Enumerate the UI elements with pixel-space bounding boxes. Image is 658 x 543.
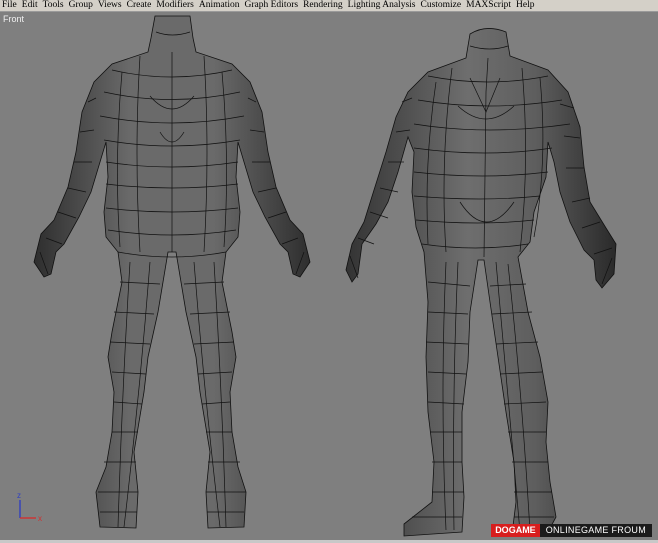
menu-create[interactable]: Create: [125, 0, 155, 11]
menu-customize[interactable]: Customize: [418, 0, 464, 11]
axis-x-label: x: [38, 514, 42, 523]
menu-views[interactable]: Views: [96, 0, 125, 11]
menu-bar: File Edit Tools Group Views Create Modif…: [0, 0, 658, 12]
menu-maxscript[interactable]: MAXScript: [464, 0, 514, 11]
watermark-forum: ONLINEGAME FROUM: [539, 524, 652, 537]
menu-file[interactable]: File: [0, 0, 20, 11]
body-model-front[interactable]: [345, 28, 617, 537]
menu-graph-editors[interactable]: Graph Editors: [243, 0, 302, 11]
menu-group[interactable]: Group: [67, 0, 96, 11]
menu-rendering[interactable]: Rendering: [301, 0, 346, 11]
axis-gizmo-icon: z x: [17, 491, 42, 523]
menu-help[interactable]: Help: [514, 0, 537, 11]
front-model-silhouette: [345, 28, 617, 537]
menu-animation[interactable]: Animation: [197, 0, 243, 11]
viewport-label[interactable]: Front: [3, 14, 24, 24]
menu-edit[interactable]: Edit: [20, 0, 41, 11]
viewport-scene: [33, 15, 617, 537]
axis-z-label: z: [17, 491, 21, 500]
watermark-badge: DOGAME ONLINEGAME FROUM: [491, 524, 652, 537]
watermark-brand: DOGAME: [491, 524, 540, 537]
front-viewport[interactable]: Front z x DOGAME ONLINEGAME FROUM: [0, 12, 658, 540]
menu-lighting-analysis[interactable]: Lighting Analysis: [346, 0, 419, 11]
menu-modifiers[interactable]: Modifiers: [154, 0, 196, 11]
back-model-wireframe: [39, 31, 305, 528]
menu-tools[interactable]: Tools: [41, 0, 67, 11]
